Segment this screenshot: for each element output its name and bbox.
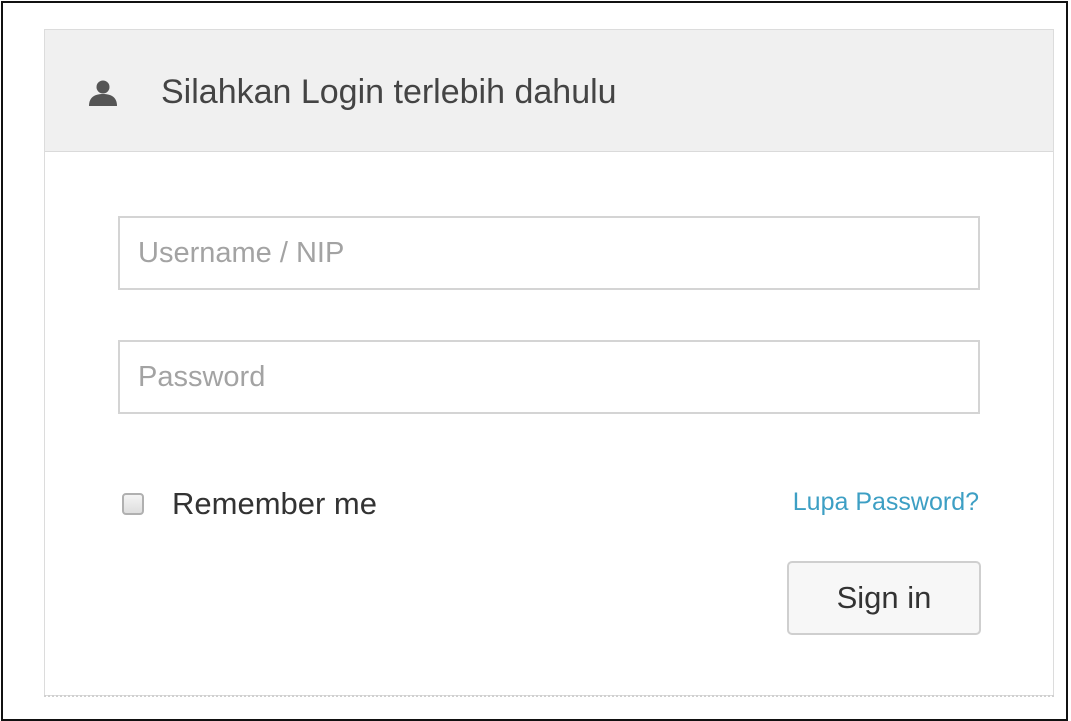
login-panel: Silahkan Login terlebih dahulu Remember … [44, 29, 1054, 696]
sign-in-button[interactable]: Sign in [787, 561, 981, 635]
remember-me-checkbox[interactable] [122, 493, 144, 515]
forgot-password-link[interactable]: Lupa Password? [793, 482, 979, 522]
username-input[interactable] [118, 216, 980, 290]
panel-shadow [44, 695, 1054, 698]
remember-me[interactable]: Remember me [122, 484, 377, 524]
user-icon [89, 80, 117, 106]
password-input[interactable] [118, 340, 980, 414]
panel-heading: Silahkan Login terlebih dahulu [45, 30, 1053, 152]
panel-title: Silahkan Login terlebih dahulu [161, 73, 617, 111]
remember-me-label: Remember me [172, 486, 377, 521]
